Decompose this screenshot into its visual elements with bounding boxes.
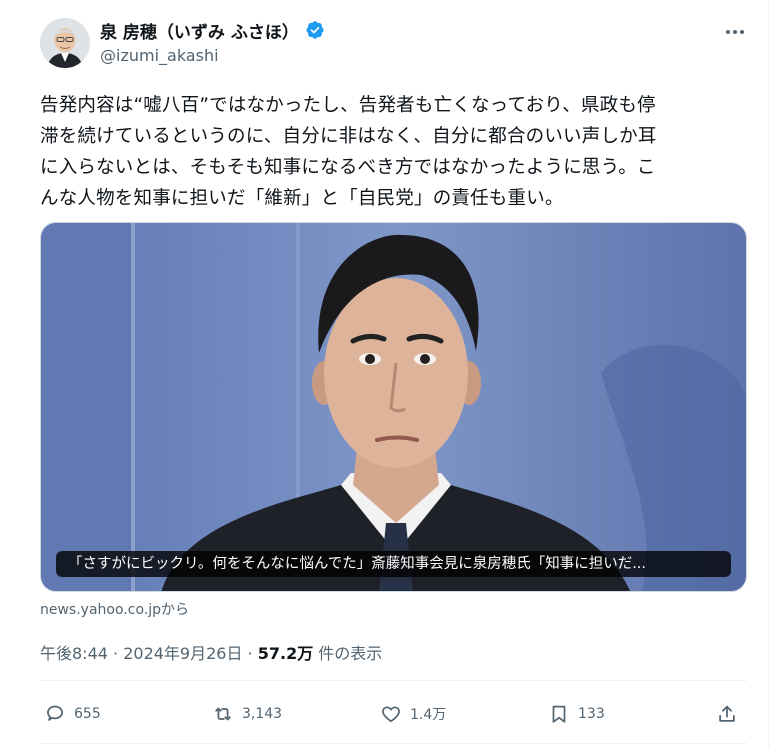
divider-bottom	[40, 743, 747, 744]
column-border	[768, 0, 769, 748]
avatar[interactable]	[40, 18, 90, 68]
bookmark-button[interactable]: 133	[548, 696, 605, 732]
link-source[interactable]: news.yahoo.co.jpから	[40, 599, 189, 619]
repost-button[interactable]: 3,143	[212, 696, 282, 732]
divider	[40, 680, 747, 681]
media-caption: 「さすがにビックリ。何をそんなに悩んでた」斎藤知事会見に泉房穂氏「知事に担いだ.…	[56, 551, 731, 577]
news-photo	[41, 223, 746, 591]
views-label: 件の表示	[313, 644, 383, 663]
action-bar: 655 3,143 1.4万 133	[40, 696, 747, 732]
reply-count: 655	[74, 706, 101, 722]
meta-separator-2: ·	[242, 644, 258, 663]
like-icon	[382, 706, 400, 723]
tweet-meta: 午後8:44 · 2024年9月26日 · 57.2万 件の表示	[40, 640, 382, 664]
reply-button[interactable]: 655	[44, 696, 101, 732]
media-card[interactable]: 「さすがにビックリ。何をそんなに悩んでた」斎藤知事会見に泉房穂氏「知事に担いだ.…	[40, 222, 747, 592]
repost-icon	[215, 707, 231, 721]
tweet-card: 泉 房穂（いずみ ふさほ） @izumi_akashi 告発内容は“嘘八百”では…	[0, 0, 779, 748]
tweet-date[interactable]: 2024年9月26日	[123, 644, 242, 663]
author-display-name[interactable]: 泉 房穂（いずみ ふさほ）	[100, 18, 299, 43]
views-count[interactable]: 57.2万	[258, 644, 313, 663]
like-count: 1.4万	[410, 707, 447, 723]
like-button[interactable]: 1.4万	[380, 696, 446, 732]
bookmark-count: 133	[578, 706, 605, 722]
bookmark-icon	[552, 705, 566, 723]
author-handle[interactable]: @izumi_akashi	[100, 46, 219, 65]
repost-count: 3,143	[242, 706, 283, 722]
more-options-icon[interactable]	[722, 22, 748, 42]
tweet-time[interactable]: 午後8:44	[40, 644, 108, 663]
share-button[interactable]	[716, 696, 738, 732]
meta-separator: ·	[107, 644, 124, 663]
tweet-text: 告発内容は“嘘八百”ではなかったし、告発者も亡くなっており、県政も停 滞を続けて…	[40, 95, 657, 209]
verified-badge-icon	[306, 21, 324, 39]
author-name-row: 泉 房穂（いずみ ふさほ）	[100, 18, 325, 43]
share-icon	[719, 705, 735, 722]
reply-icon	[47, 705, 63, 721]
